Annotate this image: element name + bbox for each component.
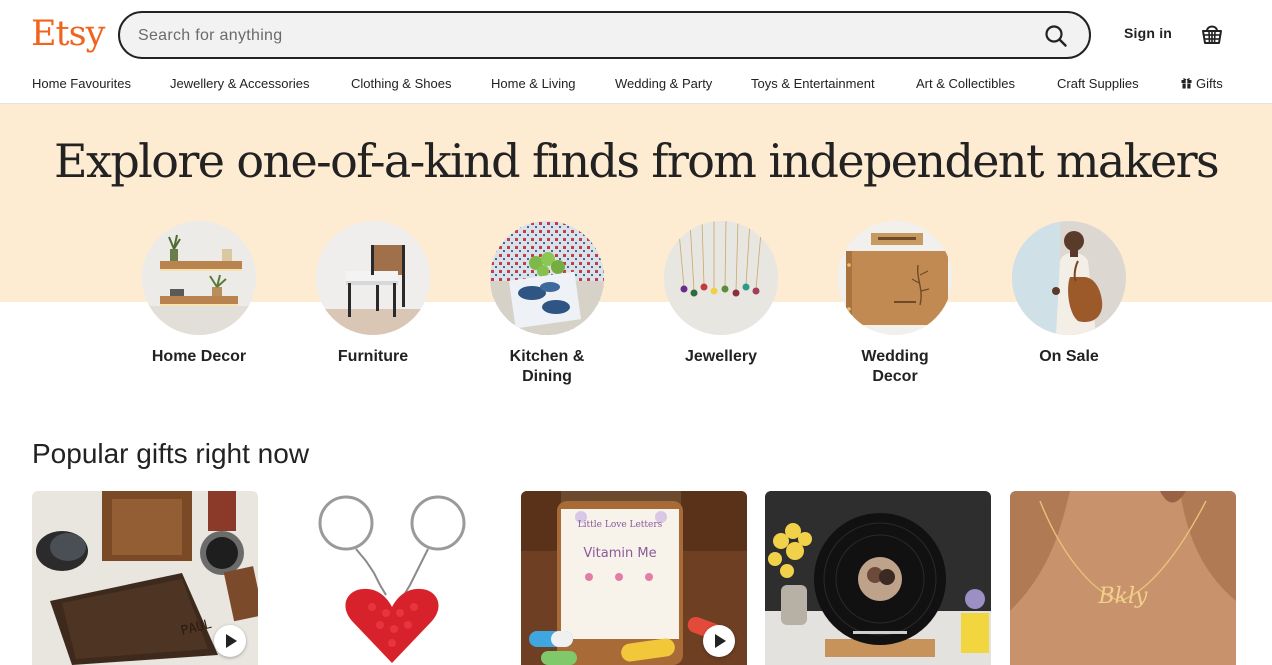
category-furniture[interactable]: Furniture [298,221,448,367]
play-video-button[interactable] [214,625,246,657]
category-on-sale[interactable]: On Sale [994,221,1144,367]
category-label: Jewellery [684,348,758,365]
category-image-kitchen-dining [490,221,604,335]
product-card-name-necklace[interactable]: Bkly [1010,491,1236,665]
nav-item-gifts-label: Gifts [1196,76,1223,91]
category-image-wedding-decor [838,221,952,335]
nav-item-home-favourites[interactable]: Home Favourites [32,76,131,91]
category-image-jewellery [664,221,778,335]
shopping-basket-icon[interactable] [1199,21,1225,47]
product-card-vinyl-record[interactable] [765,491,991,665]
category-label: On Sale [1039,348,1099,365]
product-card-wallet[interactable]: PAUL [32,491,258,665]
necklace-nameplate: Bkly [1098,584,1149,609]
category-label: Home Decor [151,348,247,365]
sign-in-link[interactable]: Sign in [1124,25,1172,41]
site-header: Etsy Sign in [0,0,1272,70]
category-home-decor[interactable]: Home Decor [124,221,274,367]
product-card-heart-keychain[interactable] [276,491,502,665]
category-label: Furniture [337,348,409,365]
search-input[interactable] [138,25,1018,47]
jar-label-top: Little Love Letters [578,520,663,530]
gift-icon [1181,76,1192,91]
nav-item-home-living[interactable]: Home & Living [491,76,576,91]
play-video-button[interactable] [703,625,735,657]
category-label: Wedding Decor [861,348,929,385]
section-title-popular-gifts: Popular gifts right now [32,438,310,469]
category-nav: Home Favourites Jewellery & Accessories … [0,70,1272,104]
search-icon[interactable] [1043,23,1069,49]
nav-item-art-collectibles[interactable]: Art & Collectibles [916,76,1015,91]
nav-item-jewellery-accessories[interactable]: Jewellery & Accessories [170,76,309,91]
category-wedding-decor[interactable]: Wedding Decor [820,221,970,387]
product-card-vitamin-jar[interactable]: Little Love Letters Vitamin Me [521,491,747,665]
search-bar [118,11,1091,59]
category-jewellery[interactable]: Jewellery [646,221,796,367]
nav-item-wedding-party[interactable]: Wedding & Party [615,76,712,91]
etsy-logo[interactable]: Etsy [31,12,105,56]
category-image-home-decor [142,221,256,335]
category-kitchen-dining[interactable]: Kitchen & Dining [472,221,622,387]
jar-label-main: Vitamin Me [583,546,656,561]
category-image-on-sale [1012,221,1126,335]
hero-title: Explore one-of-a-kind finds from indepen… [54,134,1220,188]
nav-item-craft-supplies[interactable]: Craft Supplies [1057,76,1139,91]
category-image-furniture [316,221,430,335]
nav-item-gifts[interactable]: Gifts [1181,76,1223,91]
nav-item-toys-entertainment[interactable]: Toys & Entertainment [751,76,875,91]
category-label: Kitchen & Dining [509,348,585,385]
nav-item-clothing-shoes[interactable]: Clothing & Shoes [351,76,451,91]
